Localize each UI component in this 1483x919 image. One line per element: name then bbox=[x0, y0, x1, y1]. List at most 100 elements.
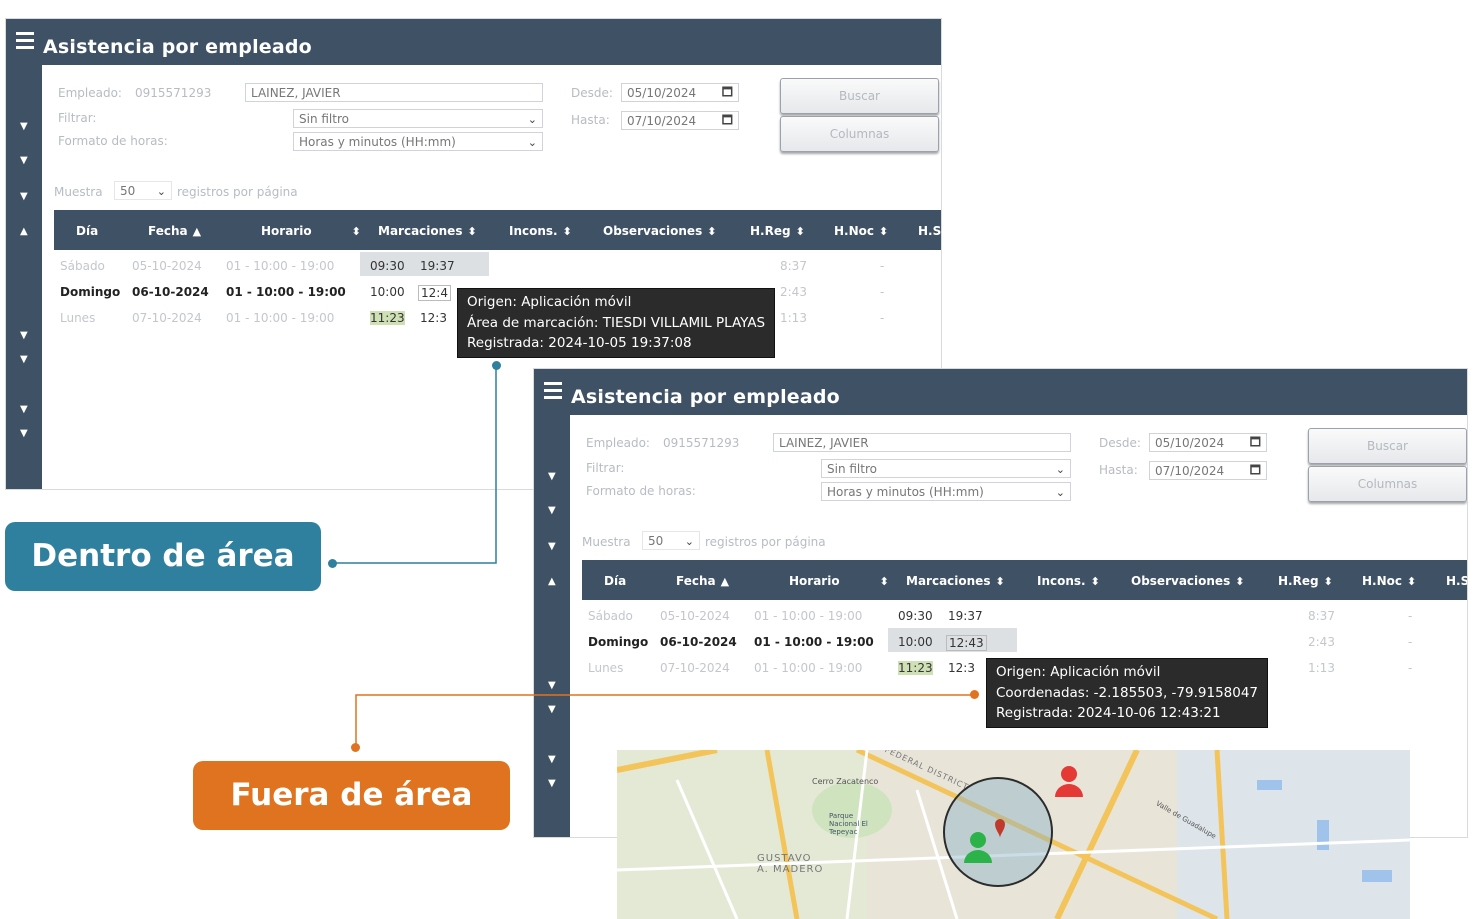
col-hreg[interactable]: H.Reg ⬍ bbox=[1278, 574, 1333, 588]
desde-date-field[interactable]: 05/10/2024 🗖 bbox=[1149, 433, 1267, 452]
columnas-button[interactable]: Columnas bbox=[1308, 466, 1467, 502]
chevron-down-icon[interactable]: ▼ bbox=[20, 355, 28, 365]
sort-icon: ⬍ bbox=[1235, 575, 1245, 588]
col-marcaciones[interactable]: Marcaciones ⬍ bbox=[378, 224, 477, 238]
col-hs[interactable]: H.S bbox=[1446, 574, 1467, 588]
muestra-label: Muestra bbox=[54, 185, 103, 199]
window-header: Asistencia por empleado bbox=[6, 19, 941, 65]
empleado-name-field[interactable]: LAINEZ, JAVIER bbox=[773, 433, 1071, 452]
marcacion-salida[interactable]: 19:37 bbox=[948, 609, 983, 623]
marcacion-entrada[interactable]: 11:23 bbox=[370, 311, 405, 325]
calendar-icon[interactable]: 🗖 bbox=[722, 84, 733, 101]
sort-icon: ⬍ bbox=[879, 575, 889, 588]
tooltip-registrada: Registrada: 2024-10-06 12:43:21 bbox=[996, 705, 1221, 721]
desde-date-field[interactable]: 05/10/2024 🗖 bbox=[621, 83, 739, 102]
chevron-down-icon[interactable]: ▼ bbox=[20, 405, 28, 415]
table-row[interactable]: Sábado 05-10-2024 01 - 10:00 - 19:00 09:… bbox=[582, 602, 1467, 628]
marcacion-entrada[interactable]: 09:30 bbox=[370, 259, 405, 273]
cell-fecha: 06-10-2024 bbox=[660, 635, 737, 649]
col-observaciones[interactable]: Observaciones ⬍ bbox=[603, 224, 716, 238]
chevron-up-icon[interactable]: ▲ bbox=[20, 227, 28, 237]
sort-icon: ⬍ bbox=[1407, 575, 1417, 588]
chevron-down-icon[interactable]: ▼ bbox=[548, 472, 556, 482]
col-incons[interactable]: Incons. ⬍ bbox=[509, 224, 572, 238]
cell-hreg: 8:37 bbox=[780, 259, 807, 273]
col-incons[interactable]: Incons. ⬍ bbox=[1037, 574, 1100, 588]
marcacion-salida[interactable]: 12:43 bbox=[946, 635, 987, 651]
chevron-up-icon[interactable]: ▲ bbox=[548, 577, 556, 587]
marcacion-salida[interactable]: 19:37 bbox=[420, 259, 455, 273]
chevron-down-icon[interactable]: ▼ bbox=[20, 429, 28, 439]
chevron-down-icon[interactable]: ▼ bbox=[548, 779, 556, 789]
col-hs[interactable]: H.S bbox=[918, 224, 941, 238]
chevron-down-icon[interactable]: ▼ bbox=[20, 122, 28, 132]
cell-hnoc: - bbox=[1408, 635, 1413, 649]
chevron-down-icon: ⌄ bbox=[527, 113, 537, 126]
table-row[interactable]: Sábado 05-10-2024 01 - 10:00 - 19:00 09:… bbox=[54, 252, 941, 278]
chevron-down-icon[interactable]: ▼ bbox=[20, 156, 28, 166]
calendar-icon[interactable]: 🗖 bbox=[1250, 462, 1261, 479]
tooltip-inside-area: Origen: Aplicación móvil Área de marcaci… bbox=[457, 288, 776, 358]
location-map[interactable]: Cerro Zacatenco Parque Nacional El Tepey… bbox=[617, 750, 1410, 919]
buscar-button[interactable]: Buscar bbox=[780, 78, 939, 114]
col-fecha[interactable]: Fecha ▲ bbox=[676, 574, 729, 588]
col-horario[interactable]: Horario ⬍ bbox=[261, 224, 361, 238]
calendar-icon[interactable]: 🗖 bbox=[722, 112, 733, 129]
formato-value: Horas y minutos (HH:mm) bbox=[827, 485, 984, 499]
chevron-down-icon[interactable]: ▼ bbox=[548, 542, 556, 552]
marcacion-entrada[interactable]: 10:00 bbox=[898, 635, 933, 649]
col-dia[interactable]: Día bbox=[604, 574, 626, 588]
formato-value: Horas y minutos (HH:mm) bbox=[299, 135, 456, 149]
chevron-down-icon[interactable]: ▼ bbox=[548, 705, 556, 715]
col-dia[interactable]: Día bbox=[76, 224, 98, 238]
col-hnoc[interactable]: H.Noc ⬍ bbox=[1362, 574, 1416, 588]
marcacion-entrada[interactable]: 11:23 bbox=[898, 661, 933, 675]
sort-icon: ⬍ bbox=[351, 225, 361, 238]
menu-icon[interactable] bbox=[544, 382, 562, 399]
connector-dot bbox=[492, 361, 501, 370]
col-horario[interactable]: Horario ⬍ bbox=[789, 574, 889, 588]
hasta-date-field[interactable]: 07/10/2024 🗖 bbox=[1149, 461, 1267, 480]
col-marcaciones[interactable]: Marcaciones ⬍ bbox=[906, 574, 1005, 588]
chevron-down-icon: ⌄ bbox=[156, 185, 166, 198]
marcacion-entrada[interactable]: 09:30 bbox=[898, 609, 933, 623]
chevron-down-icon[interactable]: ▼ bbox=[548, 506, 556, 516]
formato-select[interactable]: Horas y minutos (HH:mm) ⌄ bbox=[821, 482, 1071, 501]
registros-label: registros por página bbox=[705, 535, 826, 549]
hasta-value: 07/10/2024 bbox=[627, 114, 697, 128]
marcacion-salida[interactable]: 12:3 bbox=[948, 661, 975, 675]
sort-icon: ⬍ bbox=[995, 575, 1005, 588]
chevron-down-icon: ⌄ bbox=[1055, 463, 1065, 476]
filtrar-select[interactable]: Sin filtro ⌄ bbox=[293, 109, 543, 128]
desde-value: 05/10/2024 bbox=[1155, 436, 1225, 450]
menu-icon[interactable] bbox=[16, 32, 34, 49]
col-fecha[interactable]: Fecha ▲ bbox=[148, 224, 201, 238]
chevron-down-icon[interactable]: ▼ bbox=[548, 755, 556, 765]
empleado-name-field[interactable]: LAINEZ, JAVIER bbox=[245, 83, 543, 102]
marcacion-entrada[interactable]: 10:00 bbox=[370, 285, 405, 299]
formato-label: Formato de horas: bbox=[58, 134, 168, 148]
col-observaciones[interactable]: Observaciones ⬍ bbox=[1131, 574, 1244, 588]
chevron-down-icon[interactable]: ▼ bbox=[20, 192, 28, 202]
table-row[interactable]: Domingo 06-10-2024 01 - 10:00 - 19:00 10… bbox=[582, 628, 1467, 654]
page-size-select[interactable]: 50 ⌄ bbox=[642, 531, 700, 550]
hasta-value: 07/10/2024 bbox=[1155, 464, 1225, 478]
marcacion-salida[interactable]: 12:4 bbox=[418, 285, 451, 301]
col-hreg[interactable]: H.Reg ⬍ bbox=[750, 224, 805, 238]
filtrar-select[interactable]: Sin filtro ⌄ bbox=[821, 459, 1071, 478]
calendar-icon[interactable]: 🗖 bbox=[1250, 434, 1261, 451]
page-size-select[interactable]: 50 ⌄ bbox=[114, 181, 172, 200]
marcacion-salida[interactable]: 12:3 bbox=[420, 311, 447, 325]
filtrar-value: Sin filtro bbox=[299, 112, 349, 126]
cell-hreg: 2:43 bbox=[780, 285, 807, 299]
chevron-down-icon[interactable]: ▼ bbox=[548, 681, 556, 691]
columnas-button[interactable]: Columnas bbox=[780, 116, 939, 152]
col-hnoc[interactable]: H.Noc ⬍ bbox=[834, 224, 888, 238]
chevron-down-icon[interactable]: ▼ bbox=[20, 331, 28, 341]
map-label-cerro: Cerro Zacatenco bbox=[812, 777, 879, 786]
formato-select[interactable]: Horas y minutos (HH:mm) ⌄ bbox=[293, 132, 543, 151]
empleado-code: 0915571293 bbox=[663, 436, 740, 450]
hasta-date-field[interactable]: 07/10/2024 🗖 bbox=[621, 111, 739, 130]
buscar-button[interactable]: Buscar bbox=[1308, 428, 1467, 464]
cell-hreg: 1:13 bbox=[1308, 661, 1335, 675]
